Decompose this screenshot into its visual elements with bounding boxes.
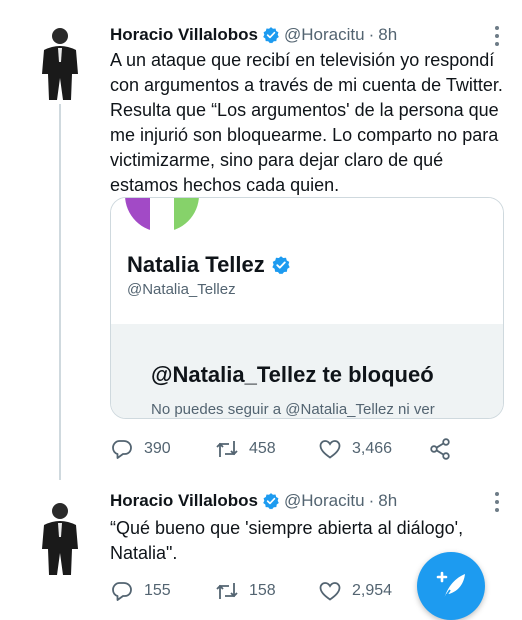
verified-badge-icon — [272, 256, 290, 275]
card-handle: @Natalia_Tellez — [127, 281, 236, 298]
more-options-icon[interactable] — [494, 26, 500, 46]
embedded-profile-card[interactable]: Natalia Tellez @Natalia_Tellez @Natalia_… — [110, 197, 504, 419]
reply-icon — [112, 440, 132, 459]
heart-icon — [319, 440, 341, 459]
tweet-time[interactable]: 8h — [378, 491, 397, 511]
compose-tweet-icon — [436, 571, 465, 600]
like-count: 2,954 — [352, 582, 393, 599]
card-profile: Natalia Tellez @Natalia_Tellez — [111, 198, 503, 324]
verified-badge-icon — [263, 27, 279, 44]
author-name[interactable]: Horacio Villalobos — [110, 25, 258, 45]
reply-button[interactable]: 155 — [110, 579, 215, 603]
reply-icon — [112, 582, 132, 601]
tweet[interactable]: Horacio Villalobos @Horacitu · 8h A un a… — [0, 0, 522, 480]
retweet-button[interactable]: 158 — [215, 579, 318, 603]
tweet-actions: 155 158 2,954 — [110, 579, 392, 603]
author-handle[interactable]: @Horacitu — [284, 25, 365, 45]
like-button[interactable]: 2,954 — [318, 579, 392, 603]
more-options-icon[interactable] — [494, 492, 500, 512]
reply-count: 155 — [144, 582, 171, 599]
like-button[interactable]: 3,466 — [318, 437, 428, 461]
retweet-count: 458 — [249, 440, 276, 457]
reply-button[interactable]: 390 — [110, 437, 215, 461]
retweet-count: 158 — [249, 582, 276, 599]
heart-icon — [319, 582, 341, 601]
card-name: Natalia Tellez — [127, 252, 265, 277]
tweet-text: A un ataque que recibí en televisión yo … — [110, 50, 503, 195]
avatar[interactable] — [30, 22, 90, 102]
retweet-button[interactable]: 458 — [215, 437, 318, 461]
thread-line — [59, 104, 61, 480]
blocked-subtitle: No puedes seguir a @Natalia_Tellez ni ve… — [151, 401, 435, 418]
like-count: 3,466 — [352, 440, 393, 457]
author-name[interactable]: Horacio Villalobos — [110, 491, 258, 511]
tweet-actions: 390 458 3,466 — [110, 437, 462, 461]
separator-dot: · — [368, 25, 375, 44]
author-handle[interactable]: @Horacitu — [284, 491, 365, 511]
reply-count: 390 — [144, 440, 171, 457]
compose-tweet-button[interactable] — [417, 552, 485, 620]
card-avatar — [125, 198, 199, 232]
separator-dot: · — [368, 491, 375, 510]
share-button[interactable] — [428, 437, 462, 461]
blocked-title: @Natalia_Tellez te bloqueó — [151, 362, 434, 387]
blocked-notice: @Natalia_Tellez te bloqueó No puedes seg… — [111, 324, 503, 418]
share-icon — [430, 438, 450, 460]
verified-badge-icon — [263, 493, 279, 510]
tweet-time[interactable]: 8h — [378, 25, 397, 45]
retweet-icon — [216, 441, 238, 457]
avatar[interactable] — [30, 497, 90, 577]
retweet-icon — [216, 583, 238, 599]
